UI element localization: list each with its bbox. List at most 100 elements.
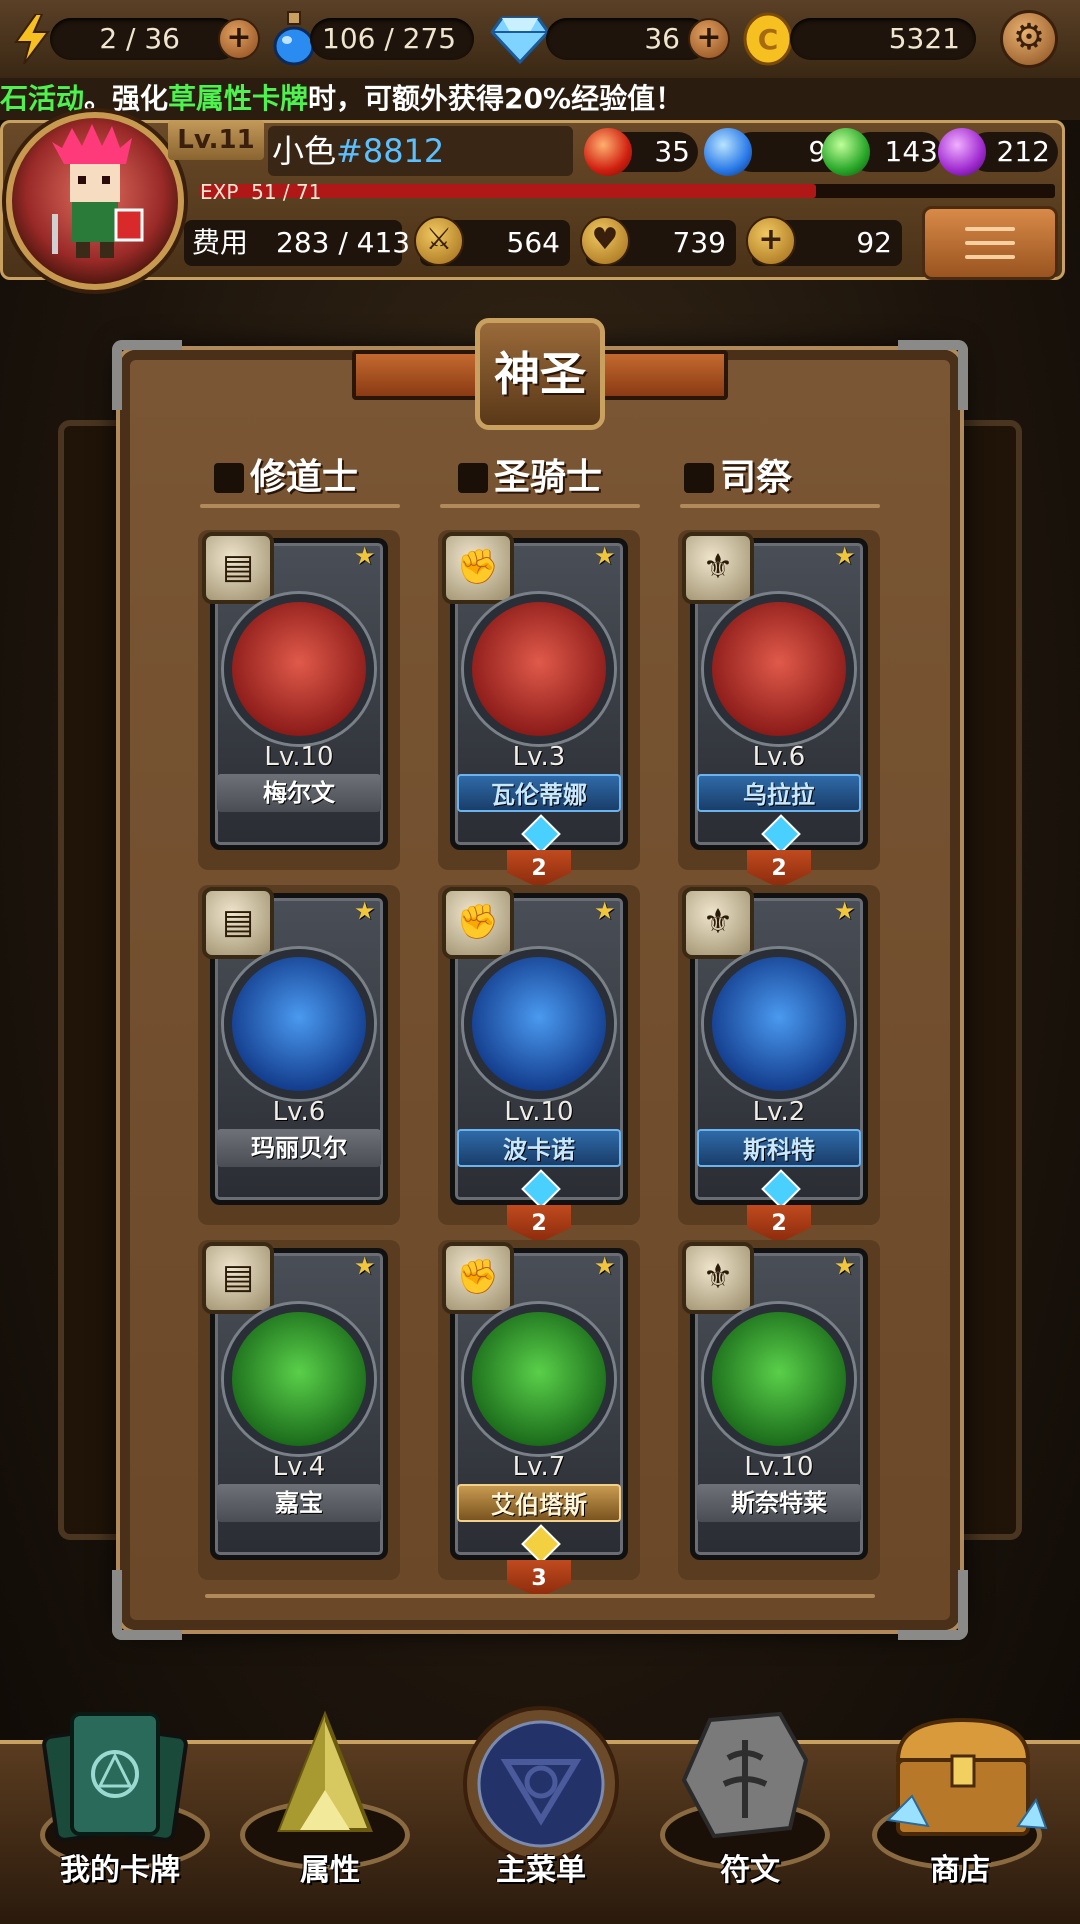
diamond-value: 36 <box>644 22 680 55</box>
wings-class-icon: ⚜ <box>682 1242 754 1314</box>
fist-class-icon: ✊ <box>442 1242 514 1314</box>
star-icon: ★ <box>594 1252 616 1280</box>
wings-icon <box>684 463 714 493</box>
nav-label: 符文 <box>720 1853 780 1888</box>
board-corner <box>898 1570 968 1640</box>
card-level: Lv.3 <box>512 742 566 772</box>
hamburger-menu-button[interactable] <box>922 206 1058 280</box>
gold-coin-icon: C <box>742 12 794 66</box>
nav-label: 主菜单 <box>496 1853 586 1888</box>
fire-orb-icon <box>584 128 632 176</box>
hero-portrait <box>704 1304 854 1454</box>
crossed-swords-icon: ⚔ <box>414 216 464 266</box>
nav-label: 属性 <box>300 1853 360 1888</box>
card-name: 瓦伦蒂娜 <box>457 774 621 812</box>
potion-value: 106 / 275 <box>322 22 457 55</box>
cost-value: 283 / 413 <box>276 226 411 259</box>
water-orb-icon <box>704 128 752 176</box>
settings-gear-button[interactable]: ⚙ <box>1000 10 1058 68</box>
pixel-hero-icon <box>52 124 144 258</box>
card-deck-icon <box>42 1712 188 1842</box>
star-icon: ★ <box>834 897 856 925</box>
card-name: 斯奈特莱 <box>697 1484 861 1522</box>
ticker-segment: 石活动 <box>0 82 85 115</box>
card-name: 梅尔文 <box>217 774 381 812</box>
svg-text:C: C <box>758 23 779 56</box>
ticker-segment: 时，可额外获得20%经验值！ <box>308 82 684 115</box>
card-level: Lv.10 <box>744 1452 814 1482</box>
ticker-segment: 草属性卡牌 <box>168 82 309 115</box>
card-level: Lv.10 <box>504 1097 574 1127</box>
book-class-icon: ▤ <box>202 1242 274 1314</box>
card-level: Lv.7 <box>512 1452 566 1482</box>
star-icon: ★ <box>834 1252 856 1280</box>
column-label: 圣骑士 <box>494 457 603 498</box>
add-energy-button[interactable]: + <box>218 18 260 60</box>
hero-portrait <box>224 594 374 744</box>
cost-label: 费用 <box>192 226 249 259</box>
flag-icon <box>214 463 244 493</box>
column-label: 修道士 <box>250 457 359 498</box>
board-corner <box>112 340 182 410</box>
column-header-priest: 司祭 <box>684 450 792 506</box>
book-class-icon: ▤ <box>202 887 274 959</box>
energy-value: 2 / 36 <box>99 22 180 55</box>
column-divider <box>680 504 880 508</box>
fist-class-icon: ✊ <box>442 532 514 604</box>
heal-value: 92 <box>856 226 892 259</box>
menu-line <box>965 227 1015 231</box>
exp-bar <box>200 184 1055 198</box>
main-emblem-icon <box>463 1706 619 1862</box>
treasure-chest-icon <box>885 1717 1048 1836</box>
gold-value: 5321 <box>888 22 960 55</box>
board-title: 神圣 <box>475 318 605 430</box>
menu-line <box>965 255 1015 259</box>
player-tag: #8812 <box>336 132 445 170</box>
card-name: 斯科特 <box>697 1129 861 1167</box>
exp-label: EXP <box>200 180 239 204</box>
heal-cross-icon: + <box>746 216 796 266</box>
helmet-icon <box>458 463 488 493</box>
player-level-badge: Lv.11 <box>168 120 264 160</box>
hero-portrait <box>464 594 614 744</box>
board-bottom-divider <box>205 1594 875 1598</box>
hero-portrait <box>704 949 854 1099</box>
player-name-text: 小色 <box>272 132 337 170</box>
dark-element-value: 212 <box>996 135 1050 168</box>
tri-crystal-icon <box>277 1710 373 1832</box>
player-name[interactable]: 小色#8812 <box>272 126 444 176</box>
rune-stone-icon <box>681 1711 809 1839</box>
card-name: 嘉宝 <box>217 1484 381 1522</box>
board-corner <box>898 340 968 410</box>
ticker-segment: 。强化 <box>84 82 169 115</box>
heart-shield-icon: ♥ <box>580 216 630 266</box>
energy-icon <box>12 13 52 65</box>
player-avatar[interactable] <box>6 112 184 290</box>
add-diamond-button[interactable]: + <box>688 18 730 60</box>
hero-portrait <box>704 594 854 744</box>
star-icon: ★ <box>594 897 616 925</box>
attack-value: 564 <box>506 226 560 259</box>
card-name: 波卡诺 <box>457 1129 621 1167</box>
grass-element-value: 143 <box>884 135 938 168</box>
hero-portrait <box>224 949 374 1099</box>
column-divider <box>440 504 640 508</box>
nav-label: 我的卡牌 <box>60 1853 180 1888</box>
column-label: 司祭 <box>720 457 793 498</box>
star-icon: ★ <box>354 1252 376 1280</box>
column-header-monk: 修道士 <box>214 450 358 506</box>
star-icon: ★ <box>354 542 376 570</box>
book-class-icon: ▤ <box>202 532 274 604</box>
column-divider <box>200 504 400 508</box>
wings-class-icon: ⚜ <box>682 887 754 959</box>
star-icon: ★ <box>594 542 616 570</box>
dark-orb-icon <box>938 128 986 176</box>
star-icon: ★ <box>834 542 856 570</box>
hero-portrait <box>224 1304 374 1454</box>
hero-portrait <box>464 949 614 1099</box>
card-level: Lv.2 <box>752 1097 806 1127</box>
star-icon: ★ <box>354 897 376 925</box>
exp-text: EXP 51 / 71 <box>200 180 321 204</box>
nav-label: 商店 <box>930 1853 990 1888</box>
card-level: Lv.4 <box>272 1452 326 1482</box>
